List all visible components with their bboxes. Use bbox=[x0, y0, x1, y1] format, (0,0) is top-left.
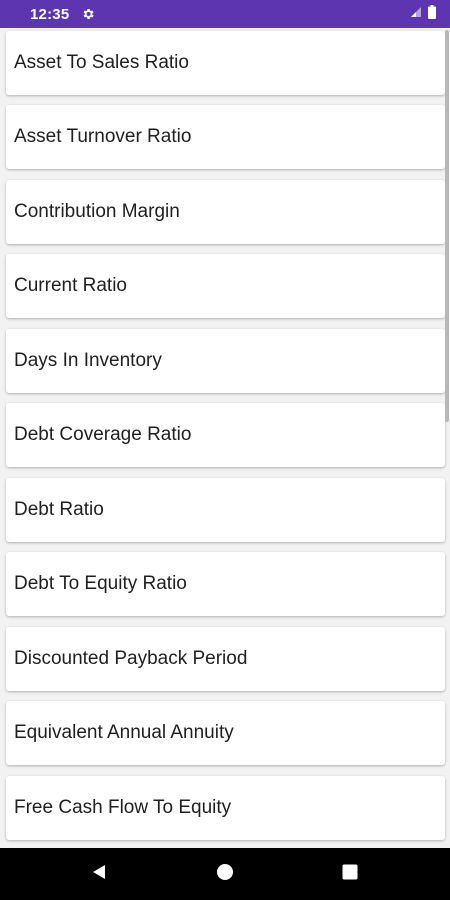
home-icon bbox=[216, 863, 234, 886]
list-item-label: Asset Turnover Ratio bbox=[14, 126, 192, 147]
list-item-label: Discounted Payback Period bbox=[14, 648, 248, 669]
status-time: 12:35 bbox=[30, 5, 70, 23]
list-item-label: Debt Ratio bbox=[14, 499, 104, 520]
list-item-label: Equivalent Annual Annuity bbox=[14, 722, 234, 743]
list-item[interactable]: Debt Ratio bbox=[6, 478, 445, 542]
list-item-label: Days In Inventory bbox=[14, 350, 162, 371]
list-item[interactable]: Current Ratio bbox=[6, 254, 445, 318]
battery-icon bbox=[428, 4, 436, 24]
navigation-bar bbox=[0, 848, 450, 900]
list-item[interactable]: Asset Turnover Ratio bbox=[6, 105, 445, 169]
list-item-label: Debt To Equity Ratio bbox=[14, 573, 187, 594]
status-bar: 12:35 bbox=[0, 0, 450, 28]
list-item-label: Current Ratio bbox=[14, 275, 127, 296]
scrollbar[interactable] bbox=[445, 30, 449, 422]
list-item[interactable]: Equivalent Annual Annuity bbox=[6, 701, 445, 765]
formula-list[interactable]: Asset To Sales Ratio Asset Turnover Rati… bbox=[0, 28, 450, 848]
back-icon bbox=[90, 863, 108, 886]
list-item-label: Free Cash Flow To Equity bbox=[14, 797, 232, 818]
recents-icon bbox=[342, 864, 358, 885]
list-item-label: Contribution Margin bbox=[14, 201, 180, 222]
list-item[interactable]: Free Cash Flow To Equity bbox=[6, 776, 445, 840]
recents-button[interactable] bbox=[320, 848, 380, 900]
signal-icon bbox=[410, 5, 422, 23]
home-button[interactable] bbox=[195, 848, 255, 900]
list-item-label: Debt Coverage Ratio bbox=[14, 424, 192, 445]
gear-icon bbox=[81, 7, 95, 21]
list-item[interactable]: Debt Coverage Ratio bbox=[6, 403, 445, 467]
list-item-label: Asset To Sales Ratio bbox=[14, 52, 189, 73]
list-item[interactable]: Asset To Sales Ratio bbox=[6, 31, 445, 95]
list-item[interactable]: Discounted Payback Period bbox=[6, 627, 445, 691]
list-item[interactable]: Debt To Equity Ratio bbox=[6, 552, 445, 616]
list-item[interactable]: Days In Inventory bbox=[6, 329, 445, 393]
list-item[interactable]: Contribution Margin bbox=[6, 180, 445, 244]
back-button[interactable] bbox=[69, 848, 129, 900]
